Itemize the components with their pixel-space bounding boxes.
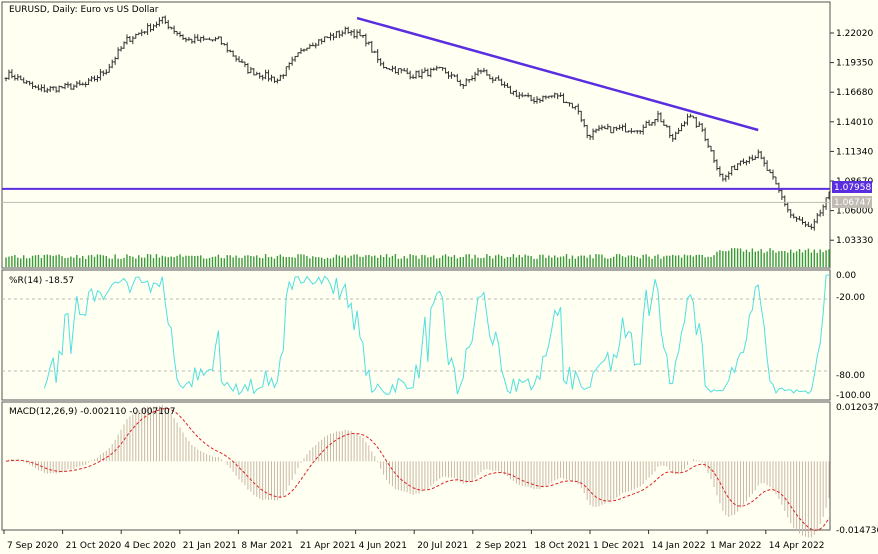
chart-window[interactable]: EURUSD, Daily: Euro vs US Dollar %R(14) …	[0, 0, 878, 554]
date-label: 21 Jan 2021	[183, 541, 237, 551]
price-tick-label: 1.06000	[836, 207, 873, 217]
wpr-pane-frame	[2, 270, 830, 400]
date-label: 8 Mar 2021	[241, 541, 292, 551]
macd-tick: -0.014736	[836, 526, 878, 536]
trendline	[357, 18, 758, 130]
hline-price-label: 1.07958	[834, 183, 871, 193]
current-price-label: 1.06747	[834, 198, 871, 208]
chart-canvas[interactable]: EURUSD, Daily: Euro vs US Dollar %R(14) …	[0, 0, 878, 554]
wpr-line	[44, 275, 829, 394]
macd-label: MACD(12,26,9) -0.002110 -0.007107	[9, 407, 175, 417]
wpr-tick: 0.00	[836, 271, 856, 281]
volume-bars	[6, 248, 829, 267]
date-label: 4 Jun 2021	[359, 541, 407, 551]
date-label: 20 Jul 2021	[417, 541, 468, 551]
price-tick-label: 1.16680	[836, 88, 873, 98]
price-tick-label: 1.19350	[836, 59, 873, 69]
date-label: 4 Dec 2020	[124, 541, 176, 551]
price-bars	[5, 16, 831, 231]
wpr-tick: -20.00	[836, 293, 865, 303]
macd-tick: 0.012037	[836, 403, 878, 413]
date-label: 21 Oct 2020	[66, 541, 122, 551]
date-label: 7 Sep 2020	[7, 541, 59, 551]
date-label: 14 Apr 2022	[769, 541, 825, 551]
chart-title: EURUSD, Daily: Euro vs US Dollar	[9, 5, 159, 15]
price-tick-label: 1.11340	[836, 147, 873, 157]
date-label: 2 Sep 2021	[476, 541, 527, 551]
date-label: 21 Apr 2021	[300, 541, 356, 551]
wpr-tick: -100.00	[836, 391, 871, 401]
date-label: 1 Mar 2022	[710, 541, 761, 551]
date-label: 1 Dec 2021	[593, 541, 645, 551]
wpr-pane	[2, 275, 830, 394]
date-label: 18 Oct 2021	[534, 541, 590, 551]
main-pane-frame	[2, 2, 830, 268]
macd-pane	[6, 405, 829, 538]
wpr-tick: -80.00	[836, 371, 865, 381]
price-tick-label: 1.14010	[836, 118, 873, 128]
wpr-label: %R(14) -18.57	[9, 276, 74, 286]
date-label: 14 Jan 2022	[652, 541, 706, 551]
price-tick-label: 1.22020	[836, 29, 873, 39]
price-tick-label: 1.03330	[836, 236, 873, 246]
